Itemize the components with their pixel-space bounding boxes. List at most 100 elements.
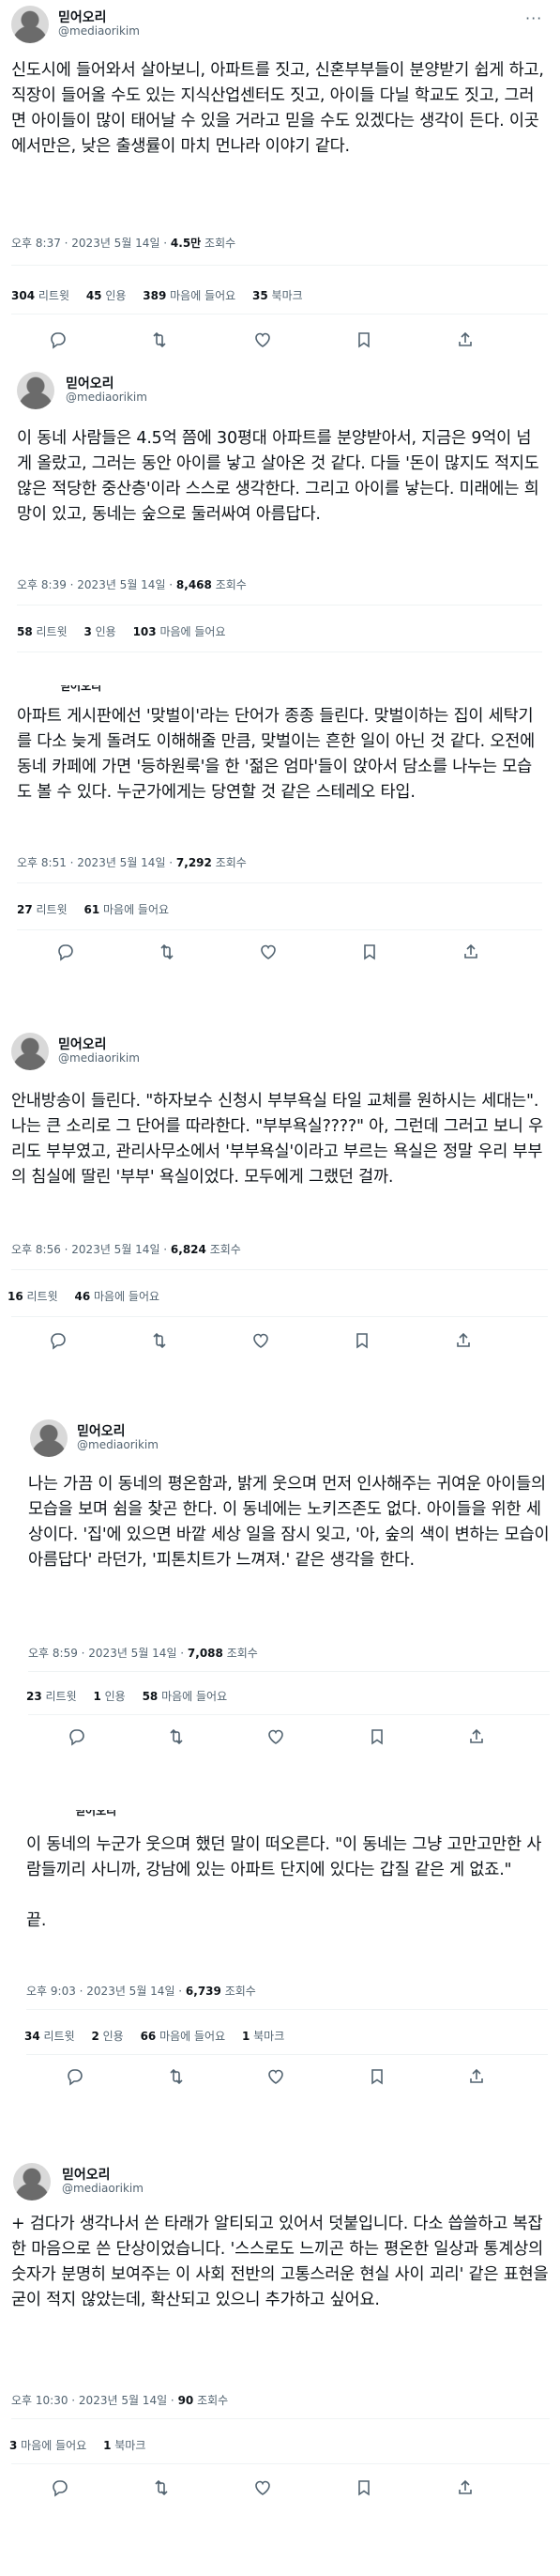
view-count: 6,824 (170, 1243, 206, 1256)
like-count[interactable]: 3 마음에 들어요 (9, 2439, 86, 2452)
view-label: 조회수 (222, 1647, 258, 1660)
author-name[interactable]: 믿어오리 (58, 8, 107, 26)
retweet-count[interactable]: 23 리트윗 (26, 1690, 77, 1703)
avatar[interactable] (17, 372, 54, 409)
retweet-icon[interactable] (167, 2067, 188, 2088)
timestamp-text[interactable]: 오후 10:30 · 2023년 5월 14일 · (11, 2394, 178, 2407)
like-icon[interactable] (266, 1727, 287, 1748)
quote-count[interactable]: 3 인용 (83, 625, 115, 638)
tweet-actions (0, 1727, 560, 1750)
retweet-count[interactable]: 27 리트윗 (17, 903, 68, 916)
bookmark-icon[interactable] (353, 1331, 373, 1352)
reply-icon[interactable] (66, 2067, 86, 2088)
share-icon[interactable] (454, 1331, 475, 1352)
like-count[interactable]: 66 마음에 들어요 (141, 2030, 226, 2043)
timestamp-text[interactable]: 오후 9:03 · 2023년 5월 14일 · (26, 1985, 186, 1998)
bookmark-icon[interactable] (368, 1727, 388, 1748)
like-count[interactable]: 58 마음에 들어요 (143, 1690, 228, 1703)
author-handle[interactable]: @mediaorikim (58, 1051, 140, 1065)
timestamp-text[interactable]: 오후 8:56 · 2023년 5월 14일 · (11, 1243, 171, 1256)
timestamp-text[interactable]: 오후 8:37 · 2023년 5월 14일 · (11, 237, 171, 250)
author-handle[interactable]: @mediaorikim (62, 2182, 144, 2195)
reply-icon[interactable] (51, 2478, 71, 2499)
tweet-actions (0, 330, 560, 353)
bookmark-icon[interactable] (360, 943, 381, 963)
retweet-count[interactable]: 304 리트윗 (11, 289, 69, 302)
quote-count[interactable]: 2 인용 (91, 2030, 123, 2043)
author-handle[interactable]: @mediaorikim (77, 1438, 159, 1451)
retweet-icon[interactable] (150, 330, 171, 351)
like-icon[interactable] (266, 2067, 287, 2088)
bookmark-icon[interactable] (368, 2067, 388, 2088)
reply-icon[interactable] (49, 1331, 69, 1352)
tweet-5: 믿어오리 @mediaorikim 나는 가끔 이 동네의 평온함과, 밝게 웃… (0, 1416, 560, 1810)
share-icon[interactable] (467, 1727, 488, 1748)
view-label: 조회수 (211, 578, 247, 591)
author-name-clipped: 믿어오리 (75, 1810, 117, 1817)
view-label: 조회수 (205, 1243, 241, 1256)
reply-icon[interactable] (68, 1727, 88, 1748)
retweet-icon[interactable] (167, 1727, 188, 1748)
tweet-timestamp: 오후 8:39 · 2023년 5월 14일 · 8,468 조회수 (17, 576, 247, 592)
avatar[interactable] (11, 6, 49, 43)
quote-count[interactable]: 1 인용 (93, 1690, 125, 1703)
retweet-count[interactable]: 34 리트윗 (24, 2030, 75, 2043)
retweet-count[interactable]: 58 리트윗 (17, 625, 68, 638)
tweet-3: 믿어오리 아파트 게시판에선 '맞벌이'라는 단어가 종종 들린다. 맞벌이하는… (0, 685, 560, 1051)
reply-icon[interactable] (49, 330, 69, 351)
like-icon[interactable] (259, 943, 280, 963)
timestamp-text[interactable]: 오후 8:39 · 2023년 5월 14일 · (17, 578, 176, 591)
bookmark-count[interactable]: 35 북마크 (252, 289, 303, 302)
like-icon[interactable] (251, 1331, 272, 1352)
like-icon[interactable] (253, 330, 274, 351)
avatar[interactable] (11, 1033, 49, 1070)
author-handle[interactable]: @mediaorikim (58, 24, 140, 38)
author-name[interactable]: 믿어오리 (77, 1421, 126, 1440)
reply-icon[interactable] (56, 943, 77, 963)
avatar[interactable] (30, 1419, 68, 1457)
tweet-text: 나는 가끔 이 동네의 평온함과, 밝게 웃으며 먼저 인사해주는 귀여운 아이… (28, 1475, 550, 1570)
timestamp-text[interactable]: 오후 8:51 · 2023년 5월 14일 · (17, 856, 176, 869)
view-label: 조회수 (220, 1985, 256, 1998)
tweet-actions (0, 2478, 560, 2501)
like-count[interactable]: 46 마음에 들어요 (74, 1290, 159, 1303)
retweet-icon[interactable] (150, 1331, 171, 1352)
quote-count[interactable]: 45 인용 (86, 289, 127, 302)
tweet-actions (0, 1331, 560, 1354)
share-icon[interactable] (456, 330, 477, 351)
avatar[interactable] (13, 2163, 51, 2200)
tweet-stats: 23 리트윗 1 인용 58 마음에 들어요 (26, 1688, 240, 1704)
more-options-icon[interactable]: ··· (525, 9, 542, 27)
tweet-text: 안내방송이 들린다. "하자보수 신청시 부부욕실 타일 교체를 원하시는 세대… (11, 1092, 543, 1187)
tweet-actions (0, 943, 560, 965)
like-icon[interactable] (253, 2478, 274, 2499)
view-count: 8,468 (175, 578, 212, 591)
view-count: 4.5만 (170, 237, 202, 250)
retweet-icon[interactable] (152, 2478, 173, 2499)
tweet-stats: 304 리트윗 45 인용 389 마음에 들어요 35 북마크 (11, 287, 316, 303)
bookmark-count[interactable]: 1 북마크 (103, 2439, 145, 2452)
author-name[interactable]: 믿어오리 (66, 374, 114, 392)
timestamp-text[interactable]: 오후 8:59 · 2023년 5월 14일 · (28, 1647, 188, 1660)
view-label: 조회수 (201, 237, 236, 250)
share-icon[interactable] (467, 2067, 488, 2088)
like-count[interactable]: 103 마음에 들어요 (133, 625, 226, 638)
share-icon[interactable] (456, 2478, 477, 2499)
tweet-timestamp: 오후 9:03 · 2023년 5월 14일 · 6,739 조회수 (26, 1983, 256, 1999)
tweet-text: 이 동네 사람들은 4.5억 쯤에 30평대 아파트를 분양받아서, 지금은 9… (17, 429, 539, 524)
author-name[interactable]: 믿어오리 (62, 2165, 111, 2184)
share-icon[interactable] (462, 943, 482, 963)
author-handle[interactable]: @mediaorikim (66, 391, 147, 404)
tweet-stats: 16 리트윗 46 마음에 들어요 (8, 1288, 173, 1304)
bookmark-icon[interactable] (355, 2478, 375, 2499)
retweet-count[interactable]: 16 리트윗 (8, 1290, 58, 1303)
like-count[interactable]: 61 마음에 들어요 (83, 903, 169, 916)
tweet-timestamp: 오후 10:30 · 2023년 5월 14일 · 90 조회수 (11, 2392, 228, 2408)
bookmark-icon[interactable] (355, 330, 375, 351)
author-name[interactable]: 믿어오리 (58, 1035, 107, 1053)
view-count: 90 (177, 2394, 194, 2407)
bookmark-count[interactable]: 1 북마크 (242, 2030, 284, 2043)
tweet-timestamp: 오후 8:37 · 2023년 5월 14일 · 4.5만 조회수 (11, 235, 235, 251)
retweet-icon[interactable] (158, 943, 178, 963)
like-count[interactable]: 389 마음에 들어요 (143, 289, 235, 302)
